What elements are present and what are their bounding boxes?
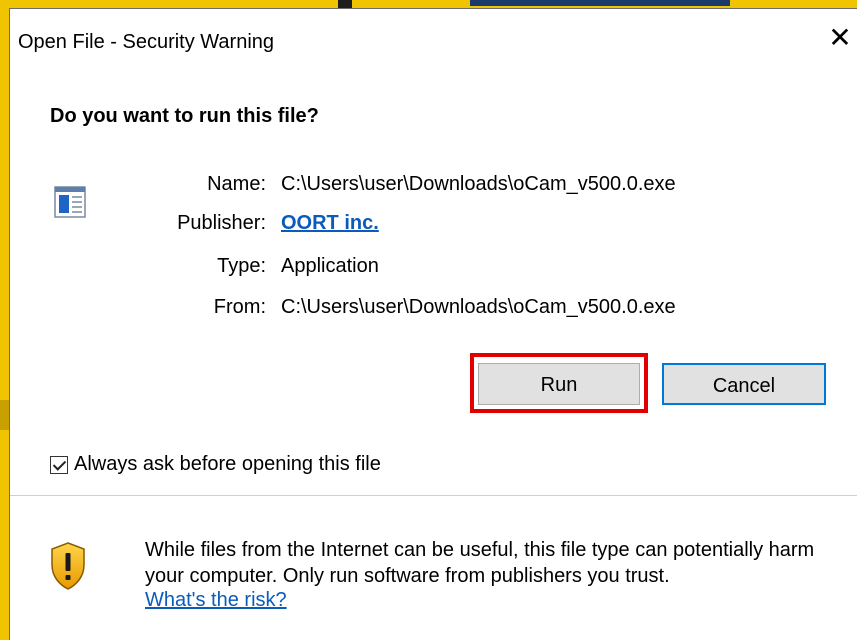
- type-label: Type:: [217, 255, 266, 277]
- from-row: From: C:\Users\user\Downloads\oCam_v500.…: [10, 296, 857, 324]
- cancel-button[interactable]: Cancel: [662, 363, 826, 405]
- type-value: Application: [281, 255, 379, 277]
- from-value: C:\Users\user\Downloads\oCam_v500.0.exe: [281, 296, 676, 318]
- close-icon[interactable]: ✕: [823, 23, 857, 57]
- file-name-row: Name: C:\Users\user\Downloads\oCam_v500.…: [10, 173, 857, 201]
- divider: [10, 495, 857, 496]
- run-button[interactable]: Run: [478, 363, 640, 405]
- always-ask-label[interactable]: Always ask before opening this file: [74, 453, 381, 476]
- checkmark-icon: [52, 456, 67, 471]
- always-ask-checkbox[interactable]: [50, 455, 68, 474]
- type-row: Type: Application: [10, 255, 857, 283]
- title-bar[interactable]: Open File - Security Warning ✕: [10, 9, 857, 65]
- dialog-title: Open File - Security Warning: [18, 31, 275, 53]
- whats-the-risk-link[interactable]: What's the risk?: [145, 589, 287, 612]
- name-value: C:\Users\user\Downloads\oCam_v500.0.exe: [281, 173, 676, 195]
- dialog-heading: Do you want to run this file?: [50, 105, 319, 127]
- from-label: From:: [213, 296, 266, 318]
- publisher-link[interactable]: OORT inc.: [281, 212, 379, 235]
- name-label: Name:: [207, 173, 266, 195]
- background-window-left-edge: [0, 0, 9, 640]
- background-window-fragment: [0, 400, 9, 430]
- publisher-label: Publisher:: [177, 212, 266, 234]
- warning-message: While files from the Internet can be use…: [145, 539, 815, 587]
- shield-warning-icon: [51, 542, 85, 590]
- security-warning-dialog: Open File - Security Warning ✕ Do you wa…: [9, 8, 857, 640]
- background-window-fragment: [470, 0, 730, 6]
- background-window-fragment: [338, 0, 352, 8]
- always-ask-option[interactable]: Always ask before opening this file: [50, 453, 381, 476]
- publisher-row: Publisher: OORT inc.: [10, 212, 857, 240]
